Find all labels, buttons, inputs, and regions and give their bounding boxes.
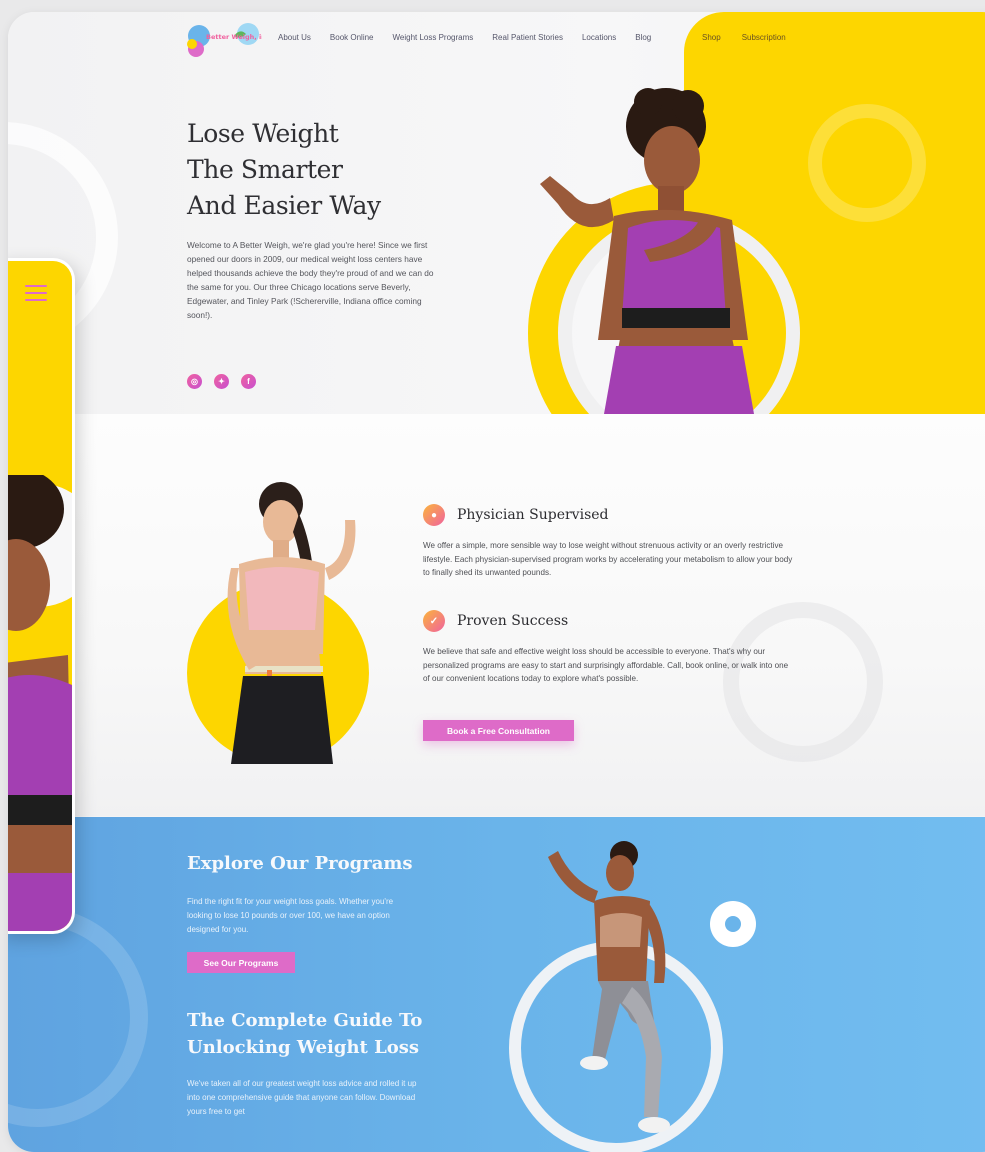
programs-section: Explore Our Programs Find the right fit …	[8, 817, 985, 1152]
guide-title-line: The Complete Guide To	[187, 1010, 423, 1031]
hero-title-line: And Easier Way	[187, 191, 381, 220]
hero-title: Lose Weight The Smarter And Easier Way	[187, 116, 381, 224]
nav-about-us[interactable]: About Us	[278, 33, 311, 42]
desktop-page-frame: Better Weigh, inc About Us Book Online W…	[8, 12, 985, 1152]
main-nav: About Us Book Online Weight Loss Program…	[278, 33, 670, 42]
instagram-icon[interactable]: ◎	[187, 374, 202, 389]
social-links: ◎ ✦ f	[187, 374, 256, 389]
feature-physician-supervised: ● Physician Supervised We offer a simple…	[423, 504, 795, 580]
hero-intro-text: Welcome to A Better Weigh, we're glad yo…	[187, 240, 434, 320]
decorative-ring	[808, 104, 926, 222]
nav-blog[interactable]: Blog	[635, 33, 651, 42]
feature-title: Proven Success	[457, 613, 569, 629]
see-programs-button[interactable]: See Our Programs	[187, 952, 295, 973]
feature-title: Physician Supervised	[457, 507, 609, 523]
guide-text: We've taken all of our greatest weight l…	[187, 1079, 417, 1116]
nav-weight-loss-programs[interactable]: Weight Loss Programs	[393, 33, 474, 42]
nav-locations[interactable]: Locations	[582, 33, 616, 42]
secondary-nav: Shop Subscription	[702, 33, 807, 42]
twitter-icon[interactable]: ✦	[214, 374, 229, 389]
feature-heading: ✓ Proven Success	[423, 610, 795, 632]
facebook-icon[interactable]: f	[241, 374, 256, 389]
measuring-woman-image	[227, 482, 356, 764]
eye-icon: ●	[423, 504, 445, 526]
nav-book-online[interactable]: Book Online	[330, 33, 374, 42]
book-consultation-button[interactable]: Book a Free Consultation	[423, 720, 574, 741]
programs-text: Find the right fit for your weight loss …	[187, 897, 394, 934]
hamburger-menu-icon[interactable]	[25, 285, 47, 301]
features-section: ● Physician Supervised We offer a simple…	[8, 414, 985, 816]
hero-woman-image	[540, 88, 754, 414]
feature-text: We believe that safe and effective weigh…	[423, 647, 789, 684]
exercising-woman-image	[548, 841, 670, 1133]
hero-section: Better Weigh, inc About Us Book Online W…	[8, 12, 985, 484]
mobile-preview-frame	[8, 258, 75, 934]
mobile-hero-woman-image	[8, 475, 72, 931]
feature-proven-success: ✓ Proven Success We believe that safe an…	[423, 610, 795, 686]
feature-heading: ● Physician Supervised	[423, 504, 795, 526]
feature-text: We offer a simple, more sensible way to …	[423, 541, 793, 578]
programs-title: Explore Our Programs	[187, 853, 413, 874]
nav-real-patient-stories[interactable]: Real Patient Stories	[492, 33, 563, 42]
hero-title-line: Lose Weight	[187, 119, 339, 148]
nav-subscription[interactable]: Subscription	[742, 33, 786, 42]
logo-wordmark: Better Weigh, inc	[206, 33, 262, 41]
check-icon: ✓	[423, 610, 445, 632]
decorative-ring	[8, 907, 148, 1127]
brand-logo[interactable]: Better Weigh, inc	[186, 22, 262, 58]
hero-title-line: The Smarter	[187, 155, 343, 184]
nav-shop[interactable]: Shop	[702, 33, 721, 42]
guide-title: The Complete Guide To Unlocking Weight L…	[187, 1007, 422, 1061]
guide-title-line: Unlocking Weight Loss	[187, 1037, 420, 1058]
